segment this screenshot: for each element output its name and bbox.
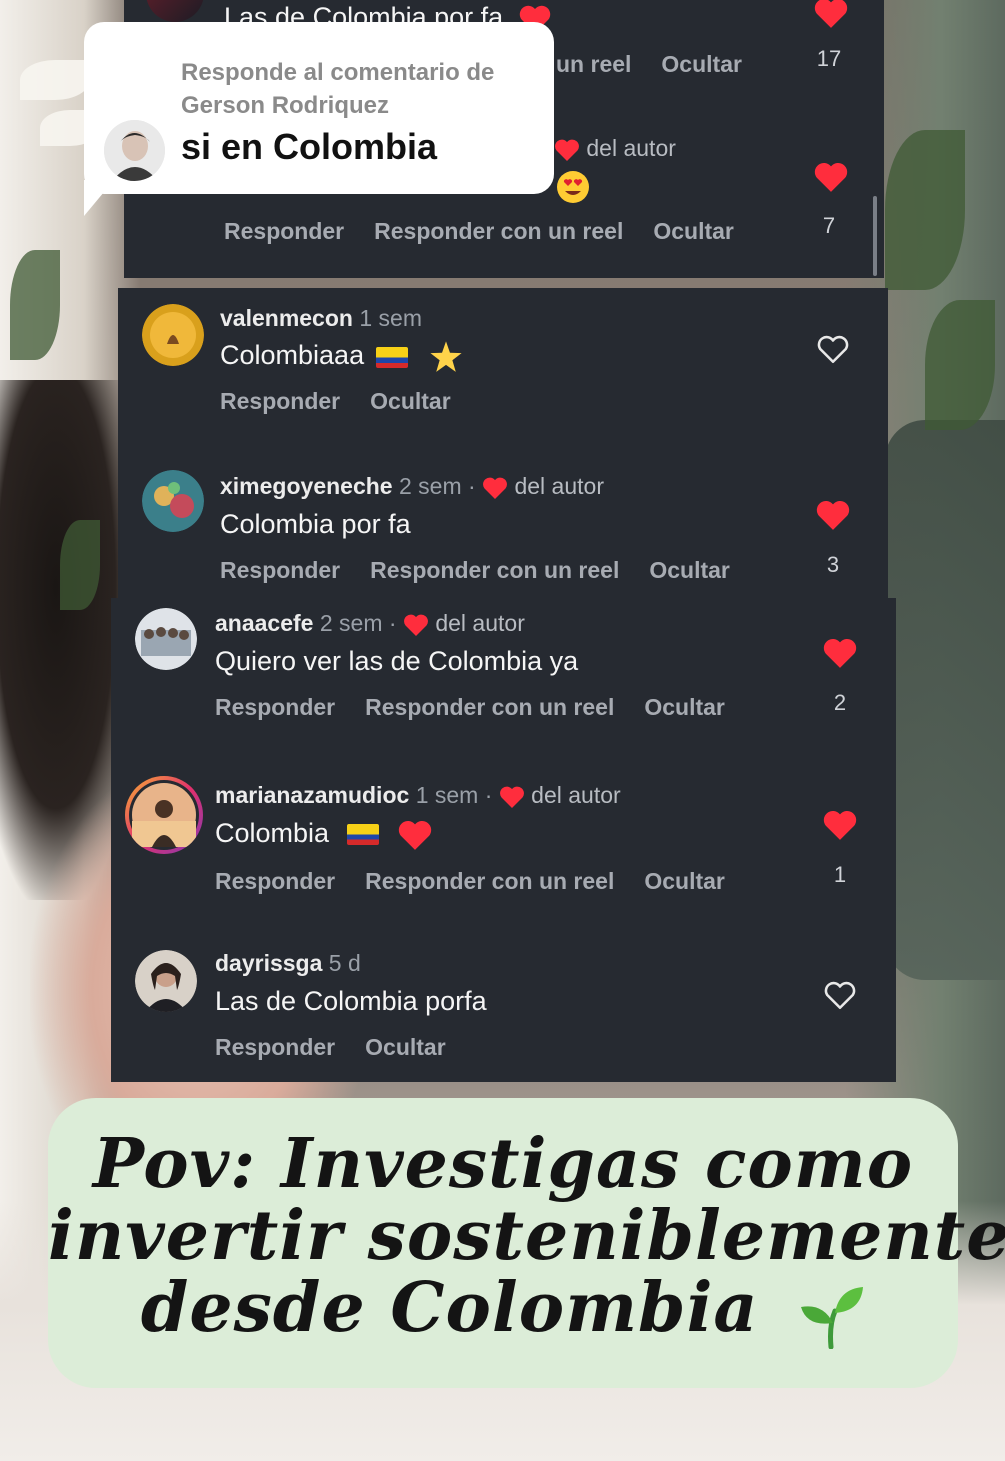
heart-icon[interactable] bbox=[814, 0, 848, 28]
heart-icon[interactable] bbox=[816, 500, 850, 530]
hide-button[interactable]: Ocultar bbox=[644, 868, 725, 894]
reply-button[interactable]: Responder bbox=[224, 218, 344, 244]
reply-text: si en Colombia bbox=[181, 126, 438, 167]
comment-actions: Responder Ocultar bbox=[220, 388, 481, 415]
sprout-icon bbox=[801, 1286, 864, 1349]
username[interactable]: marianazamudioc bbox=[215, 782, 409, 808]
reply-with-reel-button[interactable]: Responder con un reel bbox=[365, 694, 614, 720]
comment-text: Colombia por fa bbox=[220, 509, 411, 539]
heart-icon bbox=[555, 139, 579, 161]
comment-item: ximegoyeneche 2 sem · del autor Colombia… bbox=[118, 456, 888, 596]
avatar[interactable] bbox=[142, 304, 204, 366]
like-count: 2 bbox=[833, 690, 847, 715]
separator-dot: · bbox=[484, 782, 493, 808]
username[interactable]: anaacefe bbox=[215, 610, 313, 636]
heart-icon[interactable] bbox=[823, 638, 857, 668]
reply-label: Responde al comentario de Gerson Rodriqu… bbox=[181, 59, 495, 119]
hide-button[interactable]: Ocultar bbox=[644, 694, 725, 720]
caption-line-3: desde Colombia bbox=[48, 1268, 958, 1349]
username[interactable]: dayrissga bbox=[215, 950, 322, 976]
heart-icon[interactable] bbox=[823, 810, 857, 840]
reply-with-reel-button[interactable]: un reel bbox=[556, 51, 631, 77]
reply-with-reel-button[interactable]: Responder con un reel bbox=[374, 218, 623, 244]
hide-button[interactable]: Ocultar bbox=[370, 388, 451, 414]
avatar[interactable] bbox=[146, 0, 204, 22]
comment-text: Quiero ver las de Colombia ya bbox=[215, 646, 579, 676]
comment-item: dayrissga 5 d Las de Colombia porfa Resp… bbox=[111, 940, 896, 1080]
author-liked-tag: del autor bbox=[531, 782, 621, 808]
colombia-flag-icon bbox=[375, 346, 408, 368]
comment-time: 2 sem bbox=[398, 473, 462, 499]
caption-line-1: Pov: Investigas como bbox=[92, 1124, 914, 1204]
avatar bbox=[104, 120, 165, 181]
scrollbar[interactable] bbox=[873, 196, 877, 276]
hide-button[interactable]: Ocultar bbox=[653, 218, 734, 244]
heart-icon bbox=[499, 786, 524, 808]
comment-actions: un reel Ocultar bbox=[556, 51, 772, 78]
comment-item: marianazamudioc 1 sem · del autor Colomb… bbox=[111, 770, 896, 920]
author-liked-tag: del autor bbox=[435, 610, 525, 636]
username[interactable]: ximegoyeneche bbox=[220, 473, 393, 499]
hide-button[interactable]: Ocultar bbox=[649, 557, 730, 583]
colombia-flag-icon bbox=[346, 824, 379, 846]
comment-panel-middle: valenmecon 1 sem Colombiaaa Responder Ocu… bbox=[118, 288, 888, 600]
heart-icon[interactable] bbox=[814, 162, 848, 192]
comment-time: 2 sem bbox=[319, 610, 383, 636]
separator-dot: · bbox=[468, 473, 476, 499]
comment-time: 1 sem bbox=[359, 305, 422, 331]
comment-actions: Responder Responder con un reel Ocultar bbox=[215, 694, 755, 721]
hide-button[interactable]: Ocultar bbox=[661, 51, 742, 77]
star-icon bbox=[430, 341, 462, 372]
comment-actions: Responder Responder con un reel Ocultar bbox=[224, 218, 764, 245]
reply-button[interactable]: Responder bbox=[220, 557, 340, 583]
author-liked-tag: del autor bbox=[514, 473, 604, 499]
comment-time: 1 sem bbox=[415, 782, 479, 808]
hide-button[interactable]: Ocultar bbox=[365, 1034, 446, 1060]
comment-text: Colombiaaa bbox=[220, 340, 463, 374]
avatar[interactable] bbox=[135, 608, 197, 670]
person-avatar-icon bbox=[104, 120, 165, 181]
reply-bubble: Responde al comentario de Gerson Rodriqu… bbox=[84, 22, 554, 194]
heart-outline-icon[interactable] bbox=[823, 980, 857, 1010]
avatar[interactable] bbox=[135, 950, 197, 1012]
author-liked-tag: del autor bbox=[554, 135, 676, 162]
like-count: 17 bbox=[816, 46, 842, 71]
reply-button[interactable]: Responder bbox=[215, 1034, 335, 1060]
heart-eyes-icon bbox=[557, 171, 589, 203]
like-count: 1 bbox=[833, 862, 847, 887]
reply-with-reel-button[interactable]: Responder con un reel bbox=[370, 557, 619, 583]
comment-item: anaacefe 2 sem · del autor Quiero ver la… bbox=[111, 598, 896, 748]
reply-button[interactable]: Responder bbox=[220, 388, 340, 414]
reply-button[interactable]: Responder bbox=[215, 868, 335, 894]
heart-emoji-icon bbox=[398, 820, 432, 850]
comment-actions: Responder Responder con un reel Ocultar bbox=[220, 557, 760, 584]
caption-line-2: invertir sosteniblemente bbox=[48, 1196, 1005, 1276]
avatar-story-ring[interactable] bbox=[125, 776, 203, 854]
comment-panel-bottom: anaacefe 2 sem · del autor Quiero ver la… bbox=[111, 598, 896, 1082]
comment-text: Colombia bbox=[215, 818, 432, 850]
comment-actions: Responder Ocultar bbox=[215, 1034, 476, 1061]
avatar[interactable] bbox=[142, 470, 204, 532]
heart-icon bbox=[483, 477, 508, 499]
reply-button[interactable]: Responder bbox=[215, 694, 335, 720]
comment-actions: Responder Responder con un reel Ocultar bbox=[215, 868, 755, 895]
like-count: 3 bbox=[826, 552, 840, 577]
like-count: 7 bbox=[822, 213, 836, 238]
reply-with-reel-button[interactable]: Responder con un reel bbox=[365, 868, 614, 894]
heart-icon bbox=[404, 614, 428, 636]
separator-dot: · bbox=[388, 610, 397, 636]
comment-text: Las de Colombia porfa bbox=[215, 986, 487, 1016]
username[interactable]: valenmecon bbox=[220, 305, 353, 331]
comment-item: valenmecon 1 sem Colombiaaa Responder Ocu… bbox=[118, 288, 888, 438]
comment-time: 5 d bbox=[328, 950, 361, 976]
caption-box: Pov: Investigas como invertir sostenible… bbox=[48, 1098, 1005, 1388]
heart-outline-icon[interactable] bbox=[816, 334, 850, 364]
